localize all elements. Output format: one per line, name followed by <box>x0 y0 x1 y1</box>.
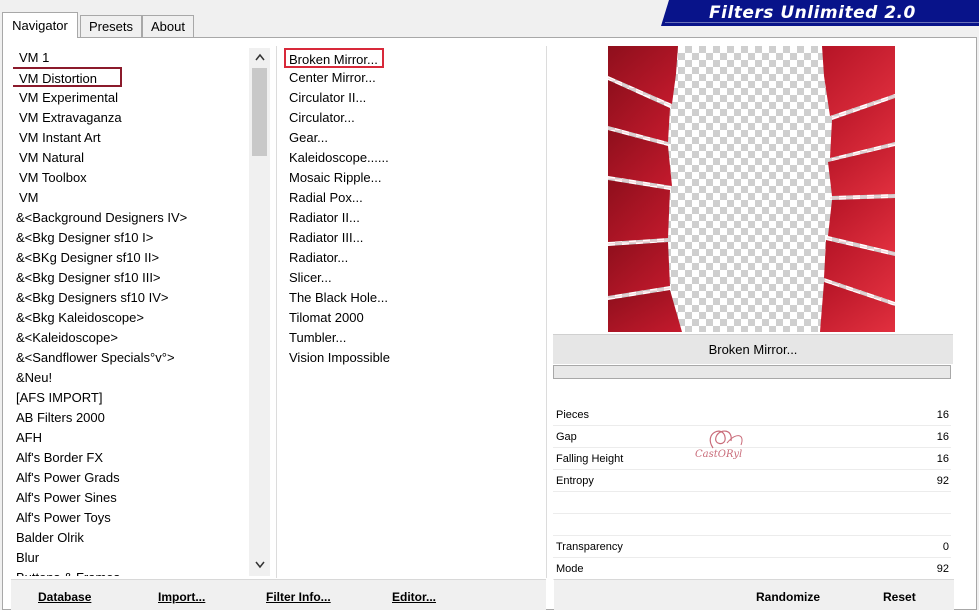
divider <box>546 46 547 578</box>
category-item[interactable]: VM <box>19 188 39 208</box>
param-empty <box>553 492 951 514</box>
param-transparency[interactable]: Transparency 0 <box>553 536 951 558</box>
param-label: Gap <box>556 431 577 443</box>
filter-item[interactable]: Radial Pox... <box>284 188 363 208</box>
category-item[interactable]: Alf's Power Sines <box>16 488 117 508</box>
filter-item[interactable]: Gear... <box>284 128 328 148</box>
bottom-toolbar: Database Import... Filter Info... Editor… <box>11 579 546 610</box>
progress-bar <box>553 365 951 379</box>
category-item[interactable]: VM 1 <box>19 48 49 68</box>
category-item[interactable]: &<BKg Designer sf10 II> <box>16 248 159 268</box>
filter-item-selected[interactable]: Broken Mirror... <box>284 48 384 68</box>
category-scrollbar[interactable] <box>249 48 270 576</box>
filter-item[interactable]: Radiator III... <box>284 228 363 248</box>
filter-item[interactable]: Center Mirror... <box>284 68 376 88</box>
navigator-panel: VM 1 VM Distortion VM Experimental VM Ex… <box>2 37 977 610</box>
filter-item[interactable]: The Black Hole... <box>284 288 388 308</box>
filter-item[interactable]: Radiator... <box>284 248 348 268</box>
category-item-selected[interactable]: VM Distortion <box>13 67 122 87</box>
filter-item[interactable]: Slicer... <box>284 268 332 288</box>
category-item[interactable]: &Neu! <box>16 368 52 388</box>
broken-mirror-preview-image <box>608 46 895 332</box>
param-label: Pieces <box>556 409 590 421</box>
filter-item[interactable]: Mosaic Ripple... <box>284 168 381 188</box>
category-item[interactable]: &<Kaleidoscope> <box>16 328 118 348</box>
category-item[interactable]: &<Bkg Designers sf10 IV> <box>16 288 168 308</box>
param-mode[interactable]: Mode 92 <box>553 558 951 580</box>
filter-item[interactable]: Tilomat 2000 <box>284 308 364 328</box>
database-button[interactable]: Database <box>38 590 91 604</box>
category-item[interactable]: Alf's Power Toys <box>16 508 111 528</box>
param-value[interactable]: 92 <box>937 470 949 492</box>
param-entropy[interactable]: Entropy 92 <box>553 470 951 492</box>
category-list[interactable]: VM 1 VM Distortion VM Experimental VM Ex… <box>13 48 251 576</box>
filter-item[interactable]: Circulator... <box>284 108 355 128</box>
category-item[interactable]: &<Sandflower Specials°v°> <box>16 348 175 368</box>
param-value[interactable]: 92 <box>937 558 949 580</box>
param-label: Entropy <box>556 475 594 487</box>
category-item[interactable]: AB Filters 2000 <box>16 408 105 428</box>
watermark-logo: CastORyl <box>693 423 763 473</box>
category-item[interactable]: &<Bkg Kaleidoscope> <box>16 308 144 328</box>
filter-list[interactable]: Broken Mirror... Center Mirror... Circul… <box>284 48 534 388</box>
category-item[interactable]: &<Background Designers IV> <box>16 208 187 228</box>
category-item[interactable]: VM Experimental <box>19 88 118 108</box>
filter-preview <box>608 46 895 332</box>
category-item[interactable]: [AFS IMPORT] <box>16 388 102 408</box>
category-item[interactable]: VM Extravaganza <box>19 108 122 128</box>
category-item[interactable]: VM Instant Art <box>19 128 101 148</box>
editor-button[interactable]: Editor... <box>392 590 436 604</box>
param-label: Falling Height <box>556 453 624 465</box>
category-item[interactable]: AFH <box>16 428 42 448</box>
param-value[interactable]: 16 <box>937 426 949 448</box>
reset-button[interactable]: Reset <box>883 590 916 604</box>
tab-presets[interactable]: Presets <box>80 15 142 37</box>
tab-about[interactable]: About <box>142 15 194 37</box>
filter-item[interactable]: Kaleidoscope...... <box>284 148 389 168</box>
app-banner: Filters Unlimited 2.0 <box>661 0 979 26</box>
category-item[interactable]: VM Natural <box>19 148 84 168</box>
param-label: Transparency <box>556 541 623 553</box>
watermark-text: CastORyl <box>695 449 743 460</box>
category-item[interactable]: Balder Olrik <box>16 528 84 548</box>
param-value[interactable]: 16 <box>937 448 949 470</box>
filter-item[interactable]: Vision Impossible <box>284 348 390 368</box>
bottom-toolbar-right: Randomize Reset <box>554 579 954 610</box>
category-item[interactable]: Buttons & Frames <box>16 568 120 576</box>
param-value[interactable]: 0 <box>943 536 949 558</box>
category-item[interactable]: Alf's Border FX <box>16 448 103 468</box>
import-button[interactable]: Import... <box>158 590 205 604</box>
randomize-button[interactable]: Randomize <box>756 590 820 604</box>
tab-navigator[interactable]: Navigator <box>2 12 78 38</box>
filter-item[interactable]: Radiator II... <box>284 208 360 228</box>
param-label: Mode <box>556 563 584 575</box>
scrollbar-thumb[interactable] <box>252 68 267 156</box>
selected-filter-name: Broken Mirror... <box>553 334 953 364</box>
category-item[interactable]: &<Bkg Designer sf10 I> <box>16 228 153 248</box>
filter-info-button[interactable]: Filter Info... <box>266 590 331 604</box>
category-item[interactable]: &<Bkg Designer sf10 III> <box>16 268 161 288</box>
filter-item[interactable]: Circulator II... <box>284 88 366 108</box>
filter-item[interactable]: Tumbler... <box>284 328 346 348</box>
divider <box>276 46 277 578</box>
category-item[interactable]: Blur <box>16 548 39 568</box>
param-empty <box>553 514 951 536</box>
category-item[interactable]: Alf's Power Grads <box>16 468 120 488</box>
scroll-up-icon[interactable] <box>249 48 270 66</box>
app-title: Filters Unlimited 2.0 <box>709 3 916 23</box>
category-item[interactable]: VM Toolbox <box>19 168 87 188</box>
param-value[interactable]: 16 <box>937 404 949 426</box>
scroll-down-icon[interactable] <box>249 556 270 574</box>
